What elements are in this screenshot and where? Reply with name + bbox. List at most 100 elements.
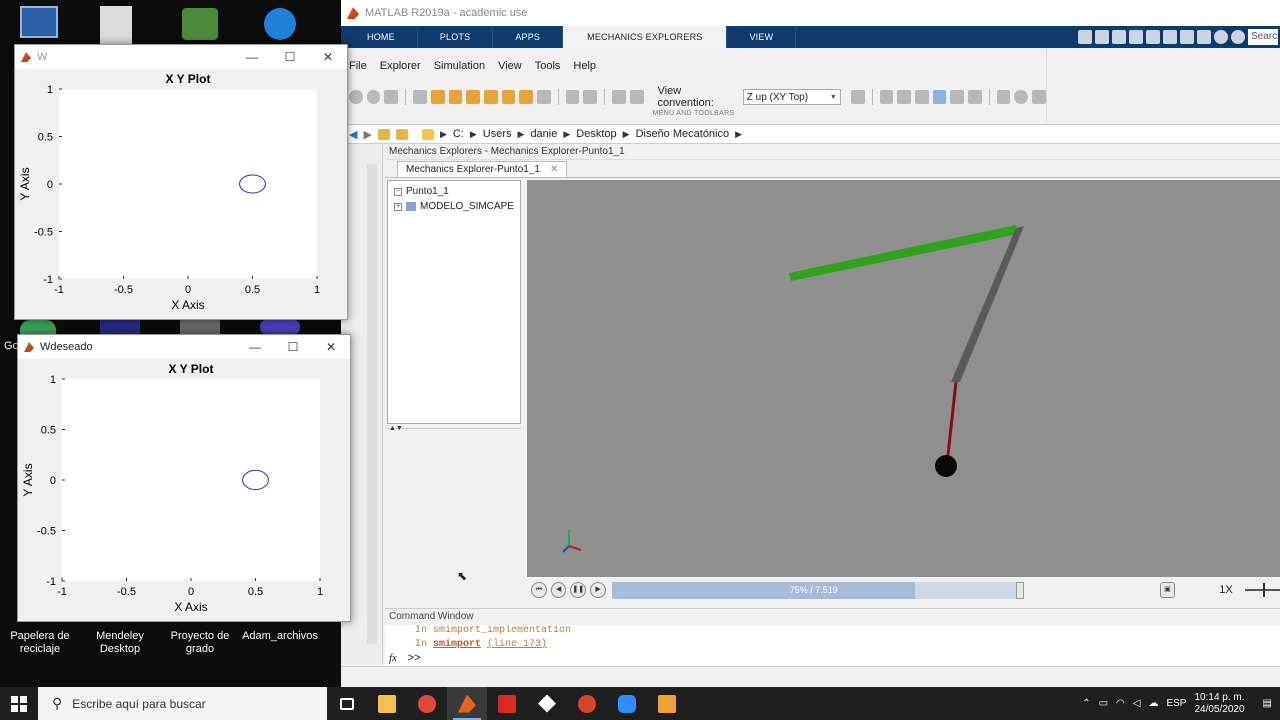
play-icon[interactable]: ▶ <box>590 582 606 598</box>
maximize-icon[interactable]: ☐ <box>274 340 312 354</box>
close-icon[interactable]: ✕ <box>550 164 558 175</box>
refresh-icon[interactable] <box>1032 90 1046 104</box>
breadcrumb-desktop[interactable]: Desktop <box>576 128 616 140</box>
taskbar-search-input[interactable]: ⚲ Escribe aquí para buscar <box>38 687 327 720</box>
wifi-icon[interactable]: ◠ <box>1116 698 1125 709</box>
zoom-icon[interactable] <box>950 90 965 104</box>
select-icon[interactable] <box>879 90 894 104</box>
cut-icon[interactable] <box>1112 30 1126 44</box>
step-back-icon[interactable]: ◀ <box>550 582 567 598</box>
split-horizontal-icon[interactable] <box>612 90 626 104</box>
taskbar-unity[interactable] <box>527 687 567 720</box>
zoom-box-icon[interactable] <box>968 90 982 104</box>
speed-slider[interactable] <box>1244 583 1280 597</box>
tree-item-punto1[interactable]: − Punto1_1 <box>394 184 514 199</box>
notifications-icon[interactable]: ▤ <box>1263 698 1272 709</box>
3d-viewport[interactable] <box>527 180 1280 577</box>
folder-up-icon[interactable] <box>377 128 390 140</box>
tab-mechanics-explorer-punto1[interactable]: Mechanics Explorer-Punto1_1 ✕ <box>397 161 568 177</box>
menu-file[interactable]: File <box>349 60 367 72</box>
ide-icon[interactable] <box>100 320 140 334</box>
view-front-icon[interactable] <box>430 90 445 104</box>
command-prompt[interactable]: fx >> <box>385 652 1280 665</box>
browse-folder-icon[interactable] <box>395 128 408 140</box>
undo-icon[interactable] <box>1163 30 1177 44</box>
tree-item-modelo-simcape[interactable]: + MODELO_SIMCAPE <box>394 199 514 214</box>
fx-icon[interactable]: fx <box>389 652 397 664</box>
render-icon[interactable] <box>1014 90 1029 104</box>
paste-icon[interactable] <box>1146 30 1160 44</box>
dropdown-icon[interactable] <box>1231 30 1245 44</box>
file-icon[interactable] <box>180 320 220 334</box>
copy-icon[interactable] <box>1129 30 1143 44</box>
current-folder-scrollbar[interactable] <box>367 164 377 644</box>
view-convention-select[interactable]: Z up (XY Top) ▼ <box>742 89 841 105</box>
documentation-search-input[interactable]: Search <box>1248 29 1278 45</box>
quick-access-icon[interactable] <box>1078 30 1092 44</box>
back-icon[interactable]: ◀ <box>349 128 357 141</box>
xy-plot[interactable]: X Y Plot -1 -0.5 0 0.5 1 1 0.5 0 -0.5 -1 X Axis Y Ax… <box>15 69 347 319</box>
view-bottom-icon[interactable] <box>519 90 534 104</box>
taskbar-zoom[interactable] <box>607 687 647 720</box>
battery-icon[interactable]: ▭ <box>1099 698 1108 709</box>
menu-help[interactable]: Help <box>573 60 596 72</box>
help-icon[interactable] <box>1214 30 1228 44</box>
desktop-icon-mendeley[interactable]: Mendeley Desktop <box>82 630 158 656</box>
start-button[interactable] <box>0 687 38 720</box>
onedrive-icon[interactable]: ☁ <box>1148 698 1158 709</box>
edge-icon[interactable] <box>264 8 296 40</box>
view-left-icon[interactable] <box>466 90 480 104</box>
fit-icon[interactable] <box>413 90 427 104</box>
camera-icon[interactable] <box>850 90 865 104</box>
cmd-line-link[interactable]: (line 173) <box>487 639 547 650</box>
taskbar-file-explorer[interactable] <box>367 687 407 720</box>
view-right-icon[interactable] <box>483 90 498 104</box>
breadcrumb-users[interactable]: Users <box>483 128 512 140</box>
app-icon[interactable] <box>182 8 218 40</box>
isometric-icon[interactable] <box>537 90 551 104</box>
measure-icon[interactable] <box>996 90 1011 104</box>
tab-apps[interactable]: APPS <box>493 26 564 48</box>
record-icon[interactable]: ▣ <box>1159 582 1176 598</box>
skip-back-icon[interactable]: ⏮ <box>531 582 547 598</box>
breadcrumb-danie[interactable]: danie <box>530 128 557 140</box>
taskbar-matlab[interactable] <box>447 687 487 720</box>
minimize-icon[interactable]: — <box>233 50 271 64</box>
menu-tools[interactable]: Tools <box>535 60 561 72</box>
tab-mechanics-explorers[interactable]: MECHANICS EXPLORERS <box>563 26 728 48</box>
breadcrumb-diseno[interactable]: Diseño Mecatónico <box>636 128 730 140</box>
stop-icon[interactable] <box>366 90 381 104</box>
minimize-icon[interactable]: — <box>236 340 274 354</box>
xy-plot[interactable]: X Y Plot -1 -0.5 0 0.5 1 1 0.5 0 -0.5 -1 X Axis Y Ax… <box>18 359 350 621</box>
expand-icon[interactable]: + <box>394 202 402 211</box>
chevron-up-icon[interactable]: ⌃ <box>1082 698 1090 709</box>
documents-icon[interactable] <box>100 6 132 44</box>
computer-icon[interactable] <box>20 6 58 38</box>
update-icon[interactable] <box>384 90 399 104</box>
save-icon[interactable] <box>1095 30 1109 44</box>
menu-view[interactable]: View <box>498 60 522 72</box>
task-view-button[interactable] <box>327 687 367 720</box>
taskbar-pdf[interactable] <box>487 687 527 720</box>
taskbar-powerpoint[interactable] <box>567 687 607 720</box>
switch-windows-icon[interactable] <box>1197 30 1211 44</box>
pause-playback-icon[interactable]: ❚❚ <box>570 582 587 598</box>
chrome-icon[interactable] <box>20 320 56 334</box>
tab-view[interactable]: VIEW <box>727 26 797 48</box>
rotate-icon[interactable] <box>897 90 911 104</box>
cmd-func-link[interactable]: smimport <box>433 639 481 650</box>
layout-split-icon[interactable] <box>583 90 598 104</box>
speed-slider-thumb[interactable] <box>1262 583 1265 597</box>
pan-icon[interactable] <box>932 90 947 104</box>
view-top-icon[interactable] <box>501 90 516 104</box>
forward-icon[interactable]: ▶ <box>363 128 371 141</box>
clock[interactable]: 10:14 p. m. 24/05/2020 <box>1194 692 1244 716</box>
volume-icon[interactable]: ◁ <box>1133 698 1141 709</box>
menu-explorer[interactable]: Explorer <box>380 60 421 72</box>
taskbar-app[interactable] <box>647 687 687 720</box>
maximize-icon[interactable]: ☐ <box>271 50 309 64</box>
close-icon[interactable]: ✕ <box>312 340 350 354</box>
pause-icon[interactable] <box>349 90 363 104</box>
roll-icon[interactable] <box>914 90 929 104</box>
tab-home[interactable]: HOME <box>341 26 418 48</box>
